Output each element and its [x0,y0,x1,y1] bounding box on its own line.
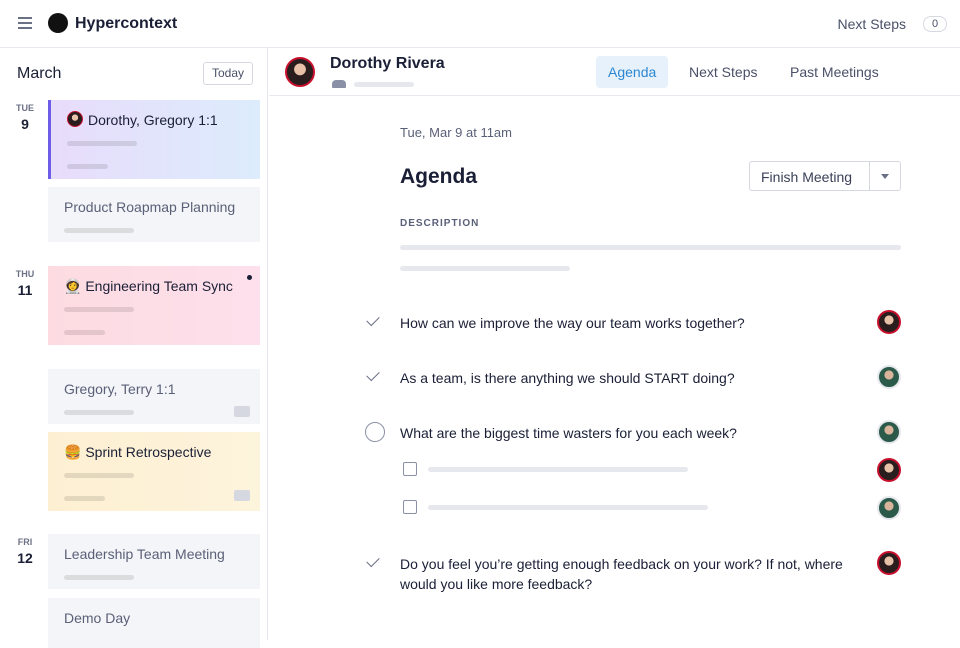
avatar [67,111,83,127]
placeholder-bar [64,330,105,335]
meeting-title: Demo Day [64,610,131,626]
day-number: 9 [21,116,29,132]
meeting-card[interactable]: 🍔 Sprint Retrospective [48,432,260,511]
placeholder-bar [400,245,901,250]
meeting-title: Leadership Team Meeting [64,546,225,562]
calendar-sidebar: March Today TUE 9 THU 11 FRI 12 Dorothy,… [0,48,268,648]
placeholder-bar [64,307,134,312]
avatar [877,365,901,389]
placeholder-bar [428,467,688,472]
meeting-card[interactable]: Product Roapmap Planning [48,187,260,242]
meeting-title: Dorothy, Gregory 1:1 [88,112,218,128]
meeting-card[interactable]: 👩‍🚀 Engineering Team Sync [48,266,260,345]
menu-icon[interactable] [18,17,32,29]
day-of-week: TUE [16,103,34,113]
page-title: Agenda [400,165,478,188]
meeting-card[interactable]: Gregory, Terry 1:1 [48,369,260,424]
top-bar: Hypercontext Next Steps 0 [0,0,960,48]
agenda-item[interactable]: Do you feel you’re getting enough feedba… [400,554,870,594]
placeholder-bar [400,266,570,271]
placeholder-bar [428,505,708,510]
tab-agenda[interactable]: Agenda [596,56,669,88]
meeting-title: Product Roapmap Planning [64,199,236,215]
placeholder-bar [64,496,105,501]
person-name: Dorothy Rivera [330,55,445,72]
placeholder-bar [64,473,134,478]
day-number: 12 [17,550,33,566]
check-icon[interactable] [366,553,380,568]
placeholder-bar [67,164,108,169]
description-label: DESCRIPTION [400,218,480,229]
today-button[interactable]: Today [203,62,253,85]
meeting-date: Tue, Mar 9 at 11am [400,125,512,140]
astronaut-icon: 👩‍🚀 [64,278,82,294]
day-of-week: THU [15,269,35,279]
video-camera-icon [234,406,250,417]
meeting-card[interactable]: Leadership Team Meeting [48,534,260,589]
meeting-title: Gregory, Terry 1:1 [64,381,176,397]
burger-icon: 🍔 [64,444,82,460]
finish-meeting-button[interactable]: Finish Meeting [749,161,901,191]
logo-icon [48,13,68,33]
placeholder-bar [64,410,134,415]
next-steps-count: 0 [923,16,947,32]
meeting-title-text: Sprint Retrospective [85,444,212,460]
avatar [285,57,315,87]
next-steps-link[interactable]: Next Steps [838,16,906,32]
day-of-week: FRI [17,537,33,547]
meeting-header: Dorothy Rivera Agenda Next Steps Past Me… [269,48,960,96]
meeting-panel: Dorothy Rivera Agenda Next Steps Past Me… [269,48,960,640]
checkbox[interactable] [403,500,417,514]
meeting-card[interactable]: Dorothy, Gregory 1:1 [48,100,260,179]
meeting-title-text: Engineering Team Sync [85,278,233,294]
tab-next-steps[interactable]: Next Steps [677,56,769,88]
incomplete-circle-icon[interactable] [365,422,385,442]
avatar [877,420,901,444]
placeholder-bar [64,575,134,580]
checkbox[interactable] [403,462,417,476]
day-number: 11 [17,282,33,298]
meeting-title: 👩‍🚀 Engineering Team Sync [64,278,233,295]
meeting-card[interactable]: Demo Day [48,598,260,648]
agenda-item[interactable]: How can we improve the way our team work… [400,313,870,333]
month-label: March [17,65,62,82]
placeholder-bar [67,141,137,146]
agenda-item[interactable]: What are the biggest time wasters for yo… [400,423,870,443]
check-icon[interactable] [366,312,380,327]
check-icon[interactable] [366,367,380,382]
people-icon [332,80,346,88]
tab-past-meetings[interactable]: Past Meetings [778,56,891,88]
chevron-down-icon[interactable] [881,174,889,183]
agenda-item[interactable]: As a team, is there anything we should S… [400,368,870,388]
app-title: Hypercontext [75,15,178,32]
unread-dot [247,275,252,280]
placeholder-bar [354,82,414,87]
meeting-title: 🍔 Sprint Retrospective [64,444,211,461]
avatar [877,551,901,575]
avatar [877,496,901,520]
avatar [877,458,901,482]
placeholder-bar [64,228,134,233]
finish-meeting-label: Finish Meeting [761,169,853,185]
video-camera-icon [234,490,250,501]
avatar [877,310,901,334]
